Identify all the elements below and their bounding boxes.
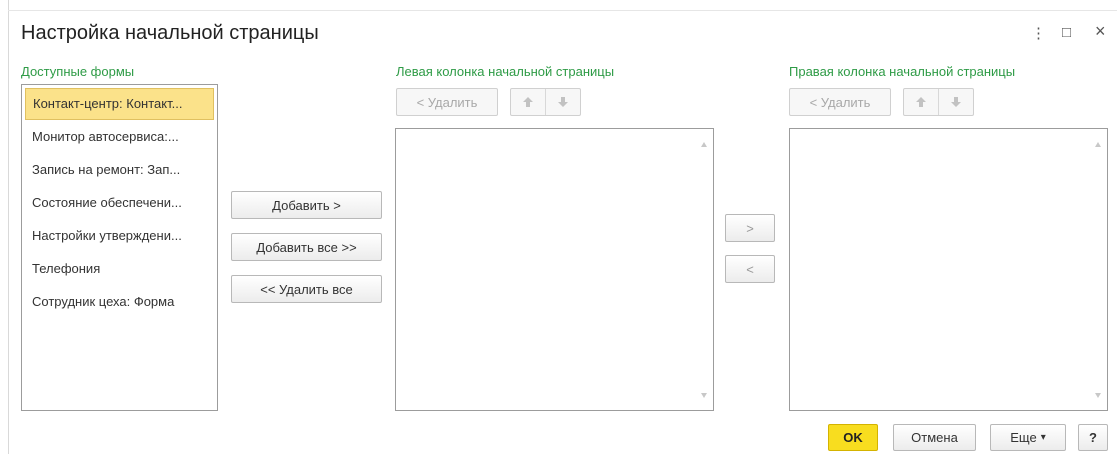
move-left-button[interactable]: <	[725, 255, 775, 283]
window-title: Настройка начальной страницы	[21, 22, 319, 44]
right-move-up-button[interactable]	[904, 89, 938, 115]
remove-all-button[interactable]: << Удалить все	[231, 275, 382, 303]
chevron-down-icon: ▾	[1040, 432, 1046, 443]
right-updown-group	[903, 88, 974, 116]
add-button[interactable]: Добавить >	[231, 191, 382, 219]
left-column-list[interactable]	[395, 128, 714, 411]
arrow-up-icon	[522, 96, 534, 108]
list-item[interactable]: Телефония	[25, 253, 214, 285]
list-item[interactable]: Сотрудник цеха: Форма	[25, 286, 214, 318]
scroll-up-icon[interactable]	[1095, 142, 1101, 147]
ok-button[interactable]: OK	[828, 424, 878, 451]
more-button-label: Еще	[1010, 430, 1037, 445]
left-move-down-button[interactable]	[545, 89, 580, 115]
cancel-button[interactable]: Отмена	[893, 424, 976, 451]
list-item[interactable]: Настройки утверждени...	[25, 220, 214, 252]
right-move-down-button[interactable]	[938, 89, 973, 115]
maximize-icon[interactable]: □	[1062, 24, 1071, 41]
more-menu-icon[interactable]: ⋮	[1031, 24, 1046, 42]
left-updown-group	[510, 88, 581, 116]
list-item[interactable]: Монитор автосервиса:...	[25, 121, 214, 153]
scroll-up-icon[interactable]	[701, 142, 707, 147]
left-remove-button[interactable]: < Удалить	[396, 88, 498, 116]
scroll-down-icon[interactable]	[1095, 393, 1101, 398]
window-top-border	[8, 10, 1117, 11]
left-column-label: Левая колонка начальной страницы	[396, 64, 615, 79]
right-remove-button[interactable]: < Удалить	[789, 88, 891, 116]
list-item[interactable]: Состояние обеспечени...	[25, 187, 214, 219]
add-all-button[interactable]: Добавить все >>	[231, 233, 382, 261]
right-column-label: Правая колонка начальной страницы	[789, 64, 1016, 79]
available-forms-label: Доступные формы	[21, 64, 135, 79]
arrow-up-icon	[915, 96, 927, 108]
left-move-up-button[interactable]	[511, 89, 545, 115]
help-button[interactable]: ?	[1078, 424, 1108, 451]
more-button[interactable]: Еще ▾	[990, 424, 1066, 451]
available-forms-list[interactable]: Контакт-центр: Контакт... Монитор автосе…	[21, 84, 218, 411]
arrow-down-icon	[950, 96, 962, 108]
list-item[interactable]: Контакт-центр: Контакт...	[25, 88, 214, 120]
window-border	[8, 0, 9, 454]
list-item[interactable]: Запись на ремонт: Зап...	[25, 154, 214, 186]
move-right-button[interactable]: >	[725, 214, 775, 242]
scroll-down-icon[interactable]	[701, 393, 707, 398]
right-column-list[interactable]	[789, 128, 1108, 411]
close-icon[interactable]: ×	[1095, 21, 1106, 42]
arrow-down-icon	[557, 96, 569, 108]
